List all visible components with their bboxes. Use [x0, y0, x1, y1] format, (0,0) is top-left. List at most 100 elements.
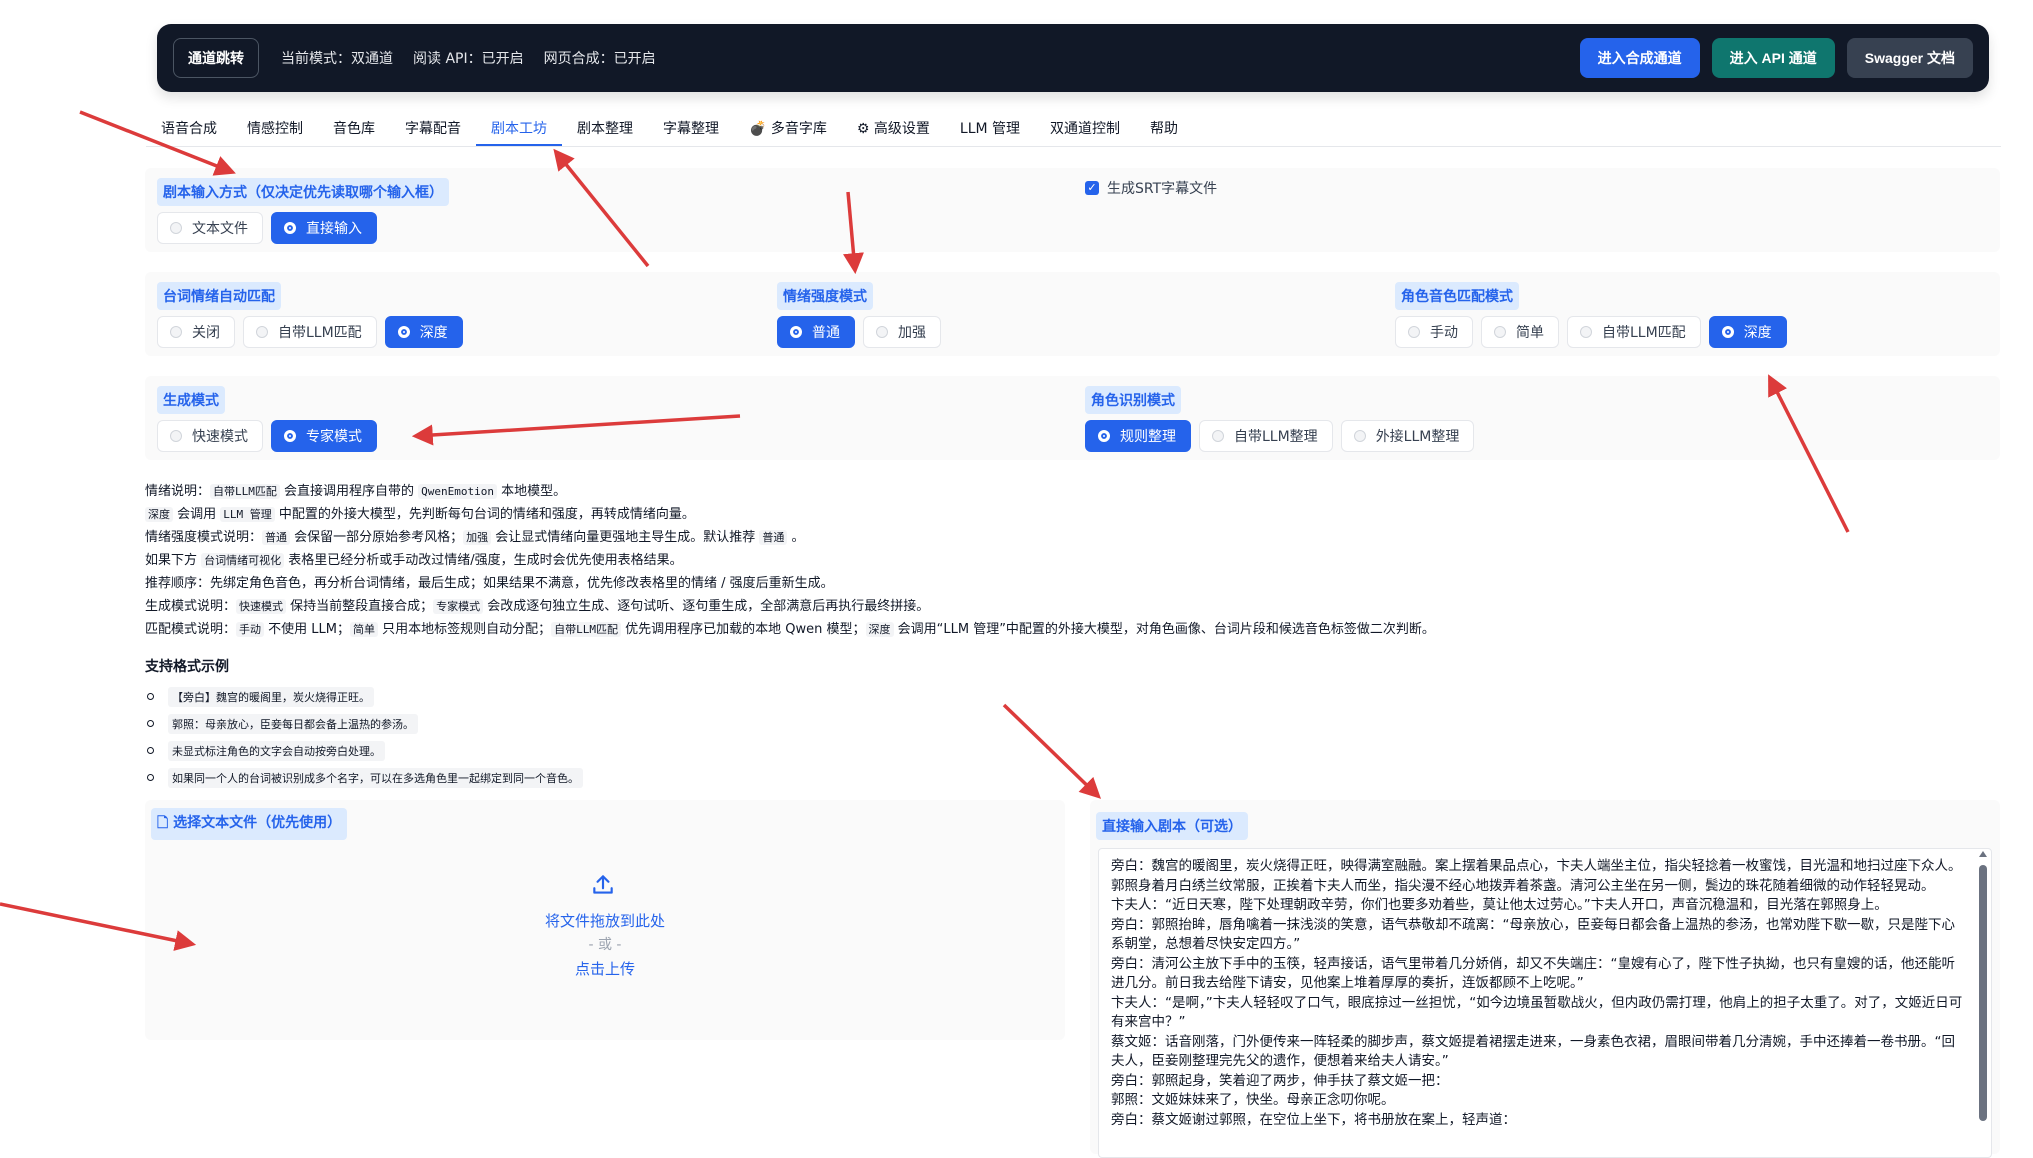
radio-label: 文本文件 [192, 221, 248, 237]
radio-label: 手动 [1430, 325, 1458, 341]
radio-label: 深度 [419, 325, 448, 341]
radio-label: 直接输入 [306, 221, 362, 237]
radio-dot [1098, 430, 1110, 442]
enter-synth-channel-button[interactable]: 进入合成通道 [1579, 38, 1700, 78]
tab-script-workshop[interactable]: 剧本工坊 [476, 112, 562, 146]
generation-settings-panel: 生成模式 快速模式 专家模式 角色识别模式 规则整理 自带LLM整理 外接LLM… [145, 376, 2000, 460]
radio-emotion-builtin-llm[interactable]: 自带LLM匹配 [243, 316, 377, 348]
radio-voice-simple[interactable]: 简单 [1481, 316, 1559, 348]
tab-subtitle-dubbing[interactable]: 字幕配音 [390, 112, 476, 146]
swagger-docs-button[interactable]: Swagger 文档 [1846, 38, 1973, 78]
radio-label: 深度 [1743, 325, 1772, 341]
radio-expert-mode[interactable]: 专家模式 [271, 420, 377, 452]
radio-dot [1494, 326, 1506, 338]
radio-dot [790, 326, 802, 338]
script-content: 旁白：魏宫的暖阁里，炭火烧得正旺，映得满室融融。案上摆着果品点心，卞夫人端坐主位… [1099, 849, 1991, 1130]
radio-dot [170, 326, 182, 338]
radio-builtin-llm-organize[interactable]: 自带LLM整理 [1199, 420, 1333, 452]
srt-checkbox[interactable]: ✓ [1085, 181, 1099, 195]
radio-dot [1580, 326, 1592, 338]
role-mode-title: 角色识别模式 [1085, 386, 1181, 414]
tab-tts[interactable]: 语音合成 [146, 112, 232, 146]
radio-fast-mode[interactable]: 快速模式 [157, 420, 263, 452]
file-drop-zone[interactable]: 将文件拖放到此处 - 或 - 点击上传 [145, 860, 1065, 1010]
radio-dot [170, 222, 182, 234]
radio-voice-deep[interactable]: 深度 [1708, 316, 1787, 348]
note-line: 情绪强度模式说明： 普通 会保留一部分原始参考风格； 加强 会让显式情绪向量更强地主… [145, 530, 805, 545]
radio-dot [876, 326, 888, 338]
tab-subtitle-organize[interactable]: 字幕整理 [648, 112, 734, 146]
scroll-up-icon[interactable] [1979, 851, 1987, 857]
radio-label: 加强 [898, 325, 926, 341]
radio-label: 专家模式 [306, 429, 362, 445]
radio-dot [170, 430, 182, 442]
radio-text-file[interactable]: 文本文件 [157, 212, 263, 244]
emotion-strength-radios: 普通 加强 [777, 316, 941, 348]
web-synth-status: 网页合成：已开启 [543, 51, 656, 67]
format-examples-list: 【旁白】魏宫的暖阁里，炭火烧得正旺。 郭照：母亲放心，臣妾每日都会备上温热的参汤… [145, 683, 583, 791]
radio-dot [1721, 326, 1734, 338]
help-notes: 情绪说明： 自带LLM匹配 会直接调用程序自带的 QwenEmotion 本地模型… [145, 480, 2025, 641]
note-line: 生成模式说明： 快速模式 保持当前整段直接合成； 专家模式 会改成逐句独立生成、逐句… [145, 599, 930, 614]
radio-label: 自带LLM匹配 [1602, 325, 1686, 341]
note-line: 深度 会调用 LLM 管理 中配置的外接大模型，先判断每句台词的情绪和强度，再转… [145, 503, 2025, 526]
script-title: 直接输入剧本（可选） [1096, 812, 1248, 840]
tab-divider [146, 146, 2001, 147]
tab-voice-library[interactable]: 音色库 [318, 112, 390, 146]
script-scrollbar[interactable] [1979, 865, 1987, 1121]
radio-dot [284, 222, 296, 234]
tab-polyphone-library[interactable]: 💣 多音字库 [734, 112, 842, 146]
srt-checkbox-label: 生成SRT字幕文件 [1107, 181, 1218, 197]
tab-llm-management[interactable]: LLM 管理 [945, 112, 1035, 146]
list-item: 如果同一个人的台词被识别成多个名字，可以在多选角色里一起绑定到同一个音色。 [145, 764, 583, 791]
tab-help[interactable]: 帮助 [1135, 112, 1193, 146]
radio-dot [397, 326, 410, 338]
script-line: 卞夫人：“是啊，”卞夫人轻轻叹了口气，眼底掠过一丝担忧，“如今边境虽暂歇战火，但… [1111, 994, 1963, 1031]
input-method-radios: 文本文件 直接输入 [157, 212, 377, 244]
radio-emotion-off[interactable]: 关闭 [157, 316, 235, 348]
radio-strength-enhanced[interactable]: 加强 [863, 316, 941, 348]
radio-voice-builtin-llm[interactable]: 自带LLM匹配 [1567, 316, 1701, 348]
radio-emotion-deep[interactable]: 深度 [384, 316, 463, 348]
radio-external-llm-organize[interactable]: 外接LLM整理 [1340, 420, 1475, 452]
tab-script-organize[interactable]: 剧本整理 [562, 112, 648, 146]
current-mode-text: 当前模式：双通道 [281, 51, 393, 67]
upload-title: 🗋 选择文本文件（优先使用） [151, 808, 348, 840]
arrow-to-direct-script [1002, 703, 1102, 799]
srt-checkbox-row[interactable]: ✓ 生成SRT字幕文件 [1085, 178, 1217, 198]
script-line: 旁白：清河公主放下手中的玉筷，轻声接话，语气里带着几分娇俏，却又不失端庄：“皇嫂… [1111, 955, 1955, 992]
drop-here-text: 将文件拖放到此处 [544, 912, 665, 930]
radio-rule-organize[interactable]: 规则整理 [1085, 420, 1191, 452]
role-mode-radios: 规则整理 自带LLM整理 外接LLM整理 [1085, 420, 1475, 452]
radio-dot [1353, 430, 1366, 442]
emotion-match-title: 台词情绪自动匹配 [157, 282, 281, 310]
radio-voice-manual[interactable]: 手动 [1395, 316, 1473, 348]
note-line: 情绪说明： 自带LLM匹配 会直接调用程序自带的 QwenEmotion 本地模型… [145, 484, 567, 499]
tab-advanced-settings[interactable]: ⚙ 高级设置 [842, 112, 945, 146]
enter-api-channel-button[interactable]: 进入 API 通道 [1711, 38, 1835, 78]
script-textarea[interactable]: 旁白：魏宫的暖阁里，炭火烧得正旺，映得满室融融。案上摆着果品点心，卞夫人端坐主位… [1098, 848, 1992, 1158]
radio-dot [1408, 326, 1420, 338]
note-line: 匹配模式说明： 手动 不使用 LLM； 简单 只用本地标签规则自动分配； 自带LLM匹… [145, 622, 1435, 637]
radio-direct-input[interactable]: 直接输入 [271, 212, 377, 244]
radio-dot [1212, 430, 1224, 442]
gen-mode-radios: 快速模式 专家模式 [157, 420, 377, 452]
gen-mode-title: 生成模式 [157, 386, 225, 414]
tab-emotion-control[interactable]: 情感控制 [232, 112, 318, 146]
channel-jump-button[interactable]: 通道跳转 [173, 38, 259, 78]
radio-label: 规则整理 [1120, 429, 1176, 445]
input-method-title: 剧本输入方式（仅决定优先读取哪个输入框） [157, 178, 449, 206]
radio-strength-normal[interactable]: 普通 [777, 316, 855, 348]
emotion-settings-panel: 台词情绪自动匹配 关闭 自带LLM匹配 深度 情绪强度模式 普通 加强 角色音色… [145, 272, 2000, 356]
script-line: 蔡文姬：话音刚落，门外便传来一阵轻柔的脚步声，蔡文姬提着裙摆走进来，一身素色衣裙… [1111, 1033, 1955, 1070]
formats-title: 支持格式示例 [145, 659, 229, 675]
tab-dual-channel[interactable]: 双通道控制 [1035, 112, 1135, 146]
radio-label: 关闭 [192, 325, 220, 341]
direct-script-panel: 直接输入剧本（可选） 旁白：魏宫的暖阁里，炭火烧得正旺，映得满室融融。案上摆着果… [1090, 800, 2000, 1158]
file-icon: 🗋 [157, 815, 174, 831]
script-line: 旁白：蔡文姬谢过郭照，在空位上坐下，将书册放在案上，轻声道： [1111, 1111, 1516, 1128]
click-upload-link[interactable]: 点击上传 [145, 958, 1065, 979]
upload-icon [593, 875, 613, 894]
note-line: 如果下方 台词情绪可视化 表格里已经分析或手动改过情绪/强度，生成时会优先使用表… [145, 553, 683, 568]
file-upload-panel: 🗋 选择文本文件（优先使用） 将文件拖放到此处 - 或 - 点击上传 [145, 800, 1065, 1040]
